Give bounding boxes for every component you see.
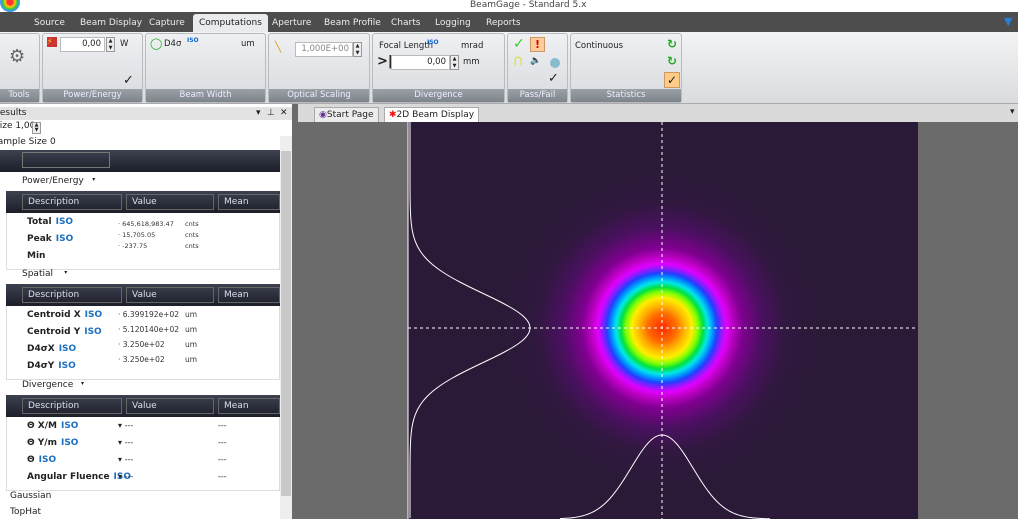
- beam-overlay: [407, 122, 918, 519]
- vertical-profile-curve: [409, 122, 531, 518]
- horizontal-profile-curve: [559, 434, 771, 519]
